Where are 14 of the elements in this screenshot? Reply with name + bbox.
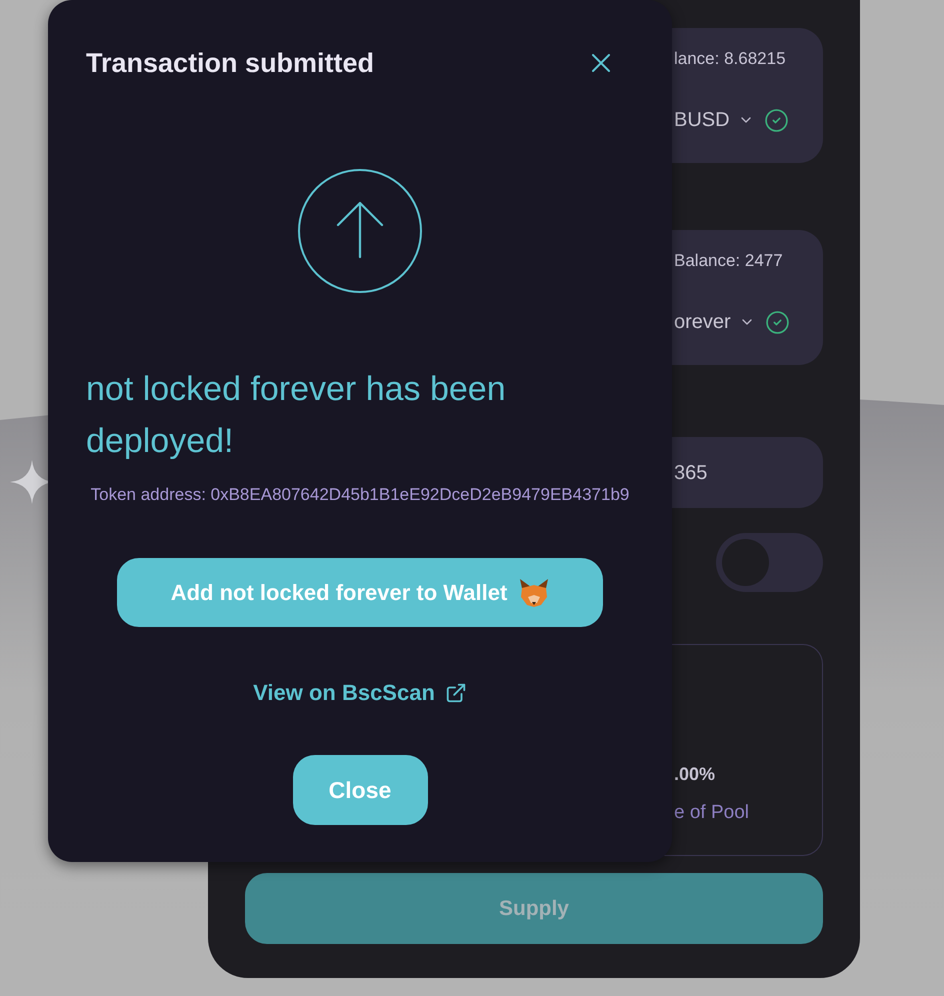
external-link-icon [444, 682, 467, 704]
up-arrow-circle-icon [298, 169, 422, 293]
close-icon[interactable] [592, 54, 610, 72]
balance-text: Balance: 2477 [674, 250, 784, 272]
deployed-message: not locked forever has been deployed! [86, 369, 507, 462]
token-address-text: Token address: 0xB8EA807642D45b1B1eE92DceD2eB9479EB4371b9 [90, 485, 630, 505]
bscscan-link[interactable]: View on BscScan [253, 680, 467, 706]
token-selector[interactable]: orever [674, 308, 755, 336]
pool-share-value: .00% [674, 763, 716, 786]
token-selector[interactable]: BUSD [674, 106, 754, 134]
modal-title: Transaction submitted [86, 47, 374, 79]
pool-share-label: e of Pool [674, 801, 750, 825]
fox-icon [519, 578, 550, 606]
balance-text: lance: 8.68215 [674, 48, 787, 70]
